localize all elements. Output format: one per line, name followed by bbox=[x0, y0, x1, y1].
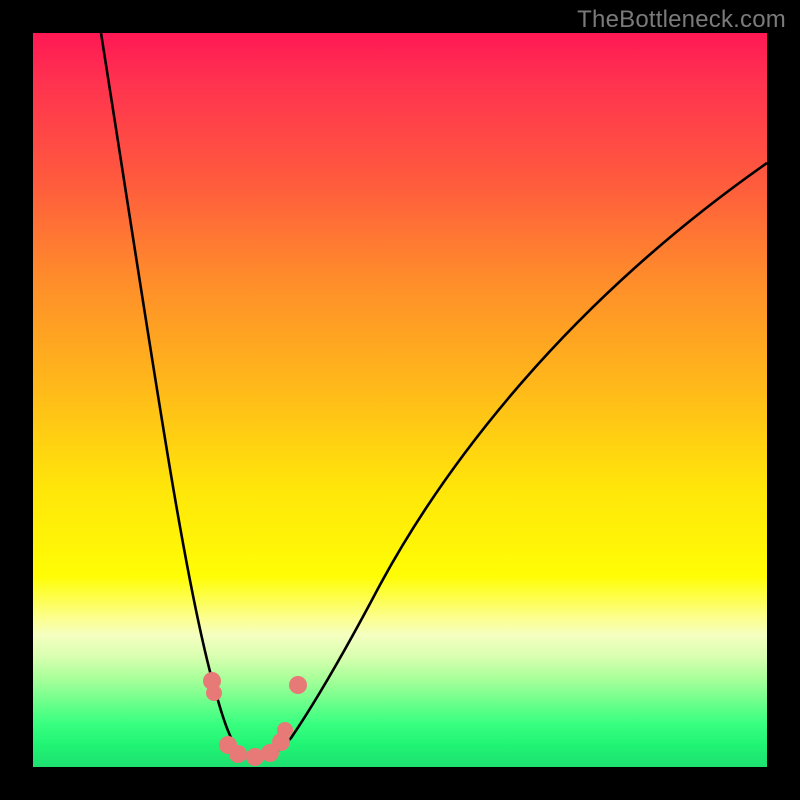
chart-frame: TheBottleneck.com bbox=[0, 0, 800, 800]
data-point bbox=[229, 745, 247, 763]
data-point bbox=[206, 685, 222, 701]
bottleneck-curve bbox=[101, 33, 767, 757]
data-point bbox=[289, 676, 307, 694]
plot-area bbox=[33, 33, 767, 767]
chart-svg bbox=[33, 33, 767, 767]
watermark-text: TheBottleneck.com bbox=[577, 6, 786, 34]
data-point bbox=[277, 722, 293, 738]
data-points bbox=[203, 672, 307, 766]
